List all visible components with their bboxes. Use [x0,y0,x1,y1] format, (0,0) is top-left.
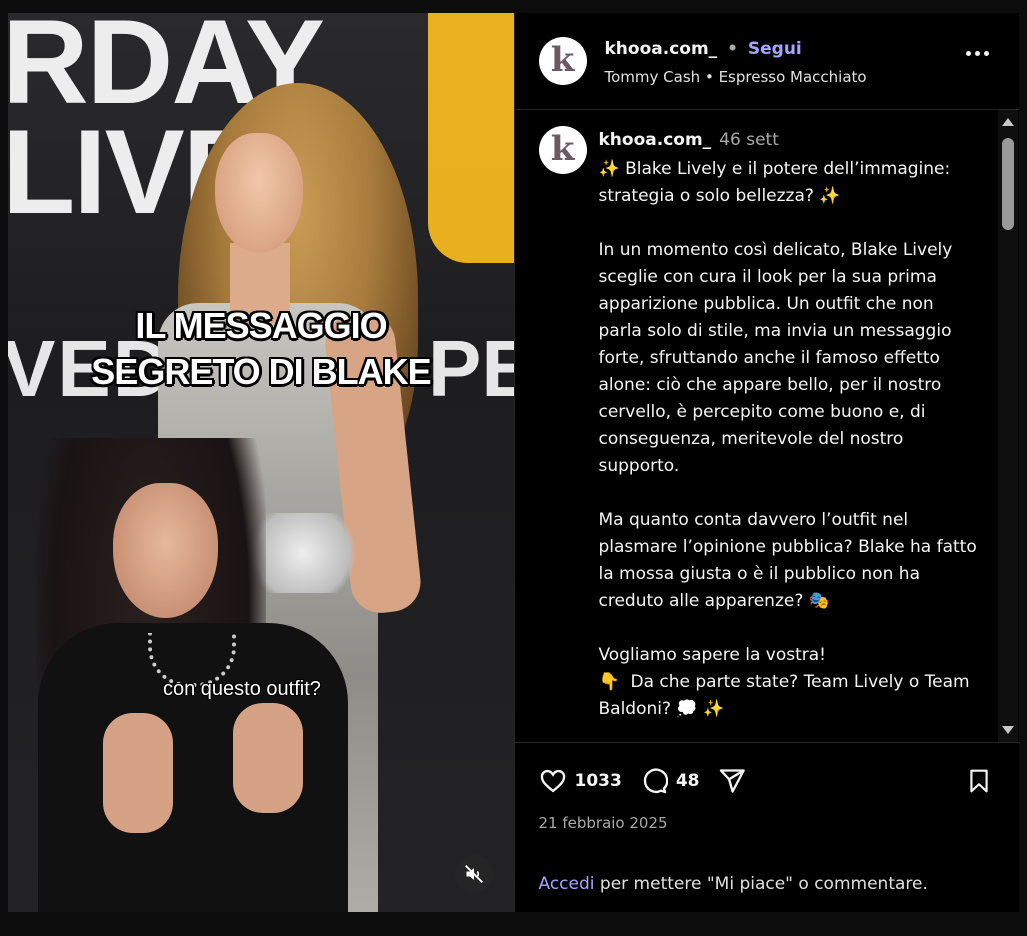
scroll-down-arrow-icon[interactable] [1001,726,1014,734]
post-header: k khooa.com_ • Segui Tommy Cash • Espres… [514,13,1019,110]
username-link[interactable]: khooa.com_ [599,130,712,150]
login-prompt: Accedi per mettere "Mi piace" o commenta… [539,874,928,894]
scroll-up-arrow-icon[interactable] [1001,118,1014,126]
audio-title: Espresso Macchiato [718,68,867,86]
scrollbar-thumb[interactable] [1001,138,1014,230]
background-backdrop-accent [428,13,514,263]
comment-count[interactable]: 48 [676,771,700,791]
audio-artist: Tommy Cash [604,68,701,86]
speaker-muted-icon [465,865,483,883]
avatar[interactable]: k [538,126,587,174]
login-prompt-text: per mettere "Mi piace" o commentare. [594,874,928,894]
post-details-panel: k khooa.com_ • Segui Tommy Cash • Espres… [513,13,1020,913]
person-figure [215,133,303,253]
post-date[interactable]: 21 febbraio 2025 [539,814,668,832]
avatar-letter: k [550,39,575,80]
presenter-figure [103,713,173,833]
comment-icon[interactable] [640,767,668,795]
follow-button[interactable]: Segui [748,39,802,59]
heart-icon[interactable] [539,767,567,795]
login-link[interactable]: Accedi [539,874,595,894]
post-modal: RDAY LIVE VED PEC IL MESSAGGIO SEGRETO D… [8,13,1020,913]
video-overlay-title: IL MESSAGGIO SEGRETO DI BLAKE [91,305,431,392]
like-count[interactable]: 1033 [575,771,622,791]
more-options-icon[interactable] [966,51,989,56]
header-user-line: khooa.com_ • Segui [605,39,802,59]
video-subtitle: con questo outfit? [163,678,321,700]
separator: • [704,68,714,86]
share-icon[interactable] [718,767,746,795]
caption-text: ✨ Blake Lively e il potere dell’immagine… [598,159,977,719]
avatar[interactable]: k [538,37,587,85]
avatar-letter: k [550,128,575,169]
mute-button[interactable] [455,855,493,893]
post-video[interactable]: RDAY LIVE VED PEC IL MESSAGGIO SEGRETO D… [8,13,514,912]
separator: • [727,39,738,59]
bookmark-icon[interactable] [966,767,992,795]
caption-author: khooa.com_ 46 sett [599,130,779,150]
action-bar: 1033 48 21 febbraio 2025 Accedi per mett… [514,742,1020,913]
comments-area[interactable]: k khooa.com_ 46 sett ✨ Blake Lively e il … [515,110,1020,742]
post-time[interactable]: 46 sett [719,130,779,150]
presenter-figure [233,703,303,813]
scrollbar[interactable] [997,110,1018,742]
presenter-figure [113,483,218,618]
audio-info[interactable]: Tommy Cash • Espresso Macchiato [605,68,867,86]
username-link[interactable]: khooa.com_ [605,39,718,59]
engagement-row: 1033 48 [539,767,746,795]
